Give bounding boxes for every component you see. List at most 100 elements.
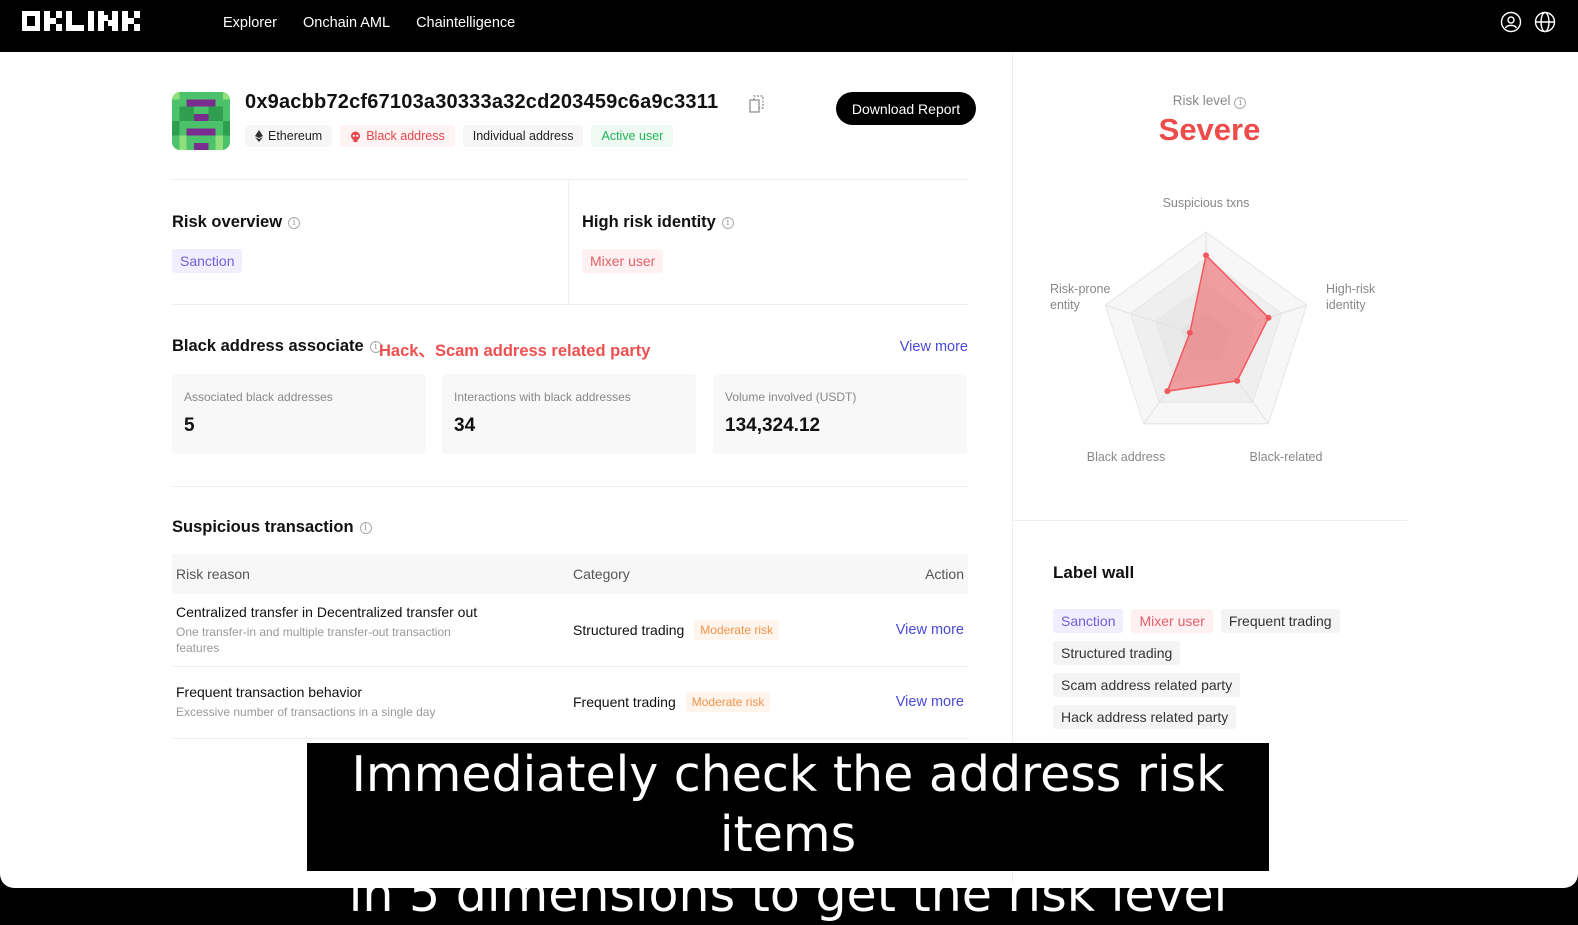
label-frequent-trading[interactable]: Frequent trading: [1220, 609, 1340, 633]
ethereum-icon: [255, 130, 263, 142]
vertical-divider: [568, 180, 569, 304]
row-category: Frequent trading Moderate risk: [573, 692, 771, 712]
radar-point-risk-prone-entity: [1186, 329, 1193, 336]
divider: [172, 738, 968, 739]
stat-interactions: Interactions with black addresses 34: [442, 374, 696, 454]
risk-radar-chart: Suspicious txns High-risk identity Black-re…: [1050, 196, 1376, 464]
caption-line-2: in 5 dimensions to get the risk level: [348, 866, 1228, 923]
download-report-button[interactable]: Download Report: [836, 92, 976, 125]
risk-level-label: Risk level i: [1012, 93, 1407, 109]
divider: [172, 486, 968, 487]
wallet-address: 0x9acbb72cf67103a30333a32cd203459c6a9c33…: [245, 91, 719, 113]
category-label: Structured trading: [573, 622, 685, 638]
column-header-risk-reason: Risk reason: [176, 566, 250, 582]
info-icon[interactable]: i: [721, 216, 734, 229]
nav-explorer[interactable]: Explorer: [223, 14, 277, 32]
address-avatar: [172, 92, 230, 150]
row-risk-description: One transfer-in and multiple transfer-ou…: [176, 625, 451, 655]
stat-label: Associated black addresses: [184, 390, 333, 404]
tag-label: Ethereum: [268, 129, 323, 143]
stat-value: 5: [184, 415, 195, 436]
user-account-icon[interactable]: [1500, 11, 1522, 33]
stat-label: Interactions with black addresses: [454, 390, 631, 404]
nav-onchain-aml[interactable]: Onchain AML: [303, 14, 390, 32]
radar-point-suspicious-txns: [1203, 252, 1209, 259]
label-scam-related[interactable]: Scam address related party: [1053, 673, 1241, 697]
label-wall: Sanction Mixer user Frequent trading Str…: [1053, 609, 1373, 729]
tag-chain: Ethereum: [245, 125, 333, 147]
risk-overview-chip: Sanction: [172, 249, 243, 273]
video-caption: Immediately check the address risk items…: [307, 743, 1269, 923]
row-risk-description: Excessive number of transactions in a si…: [176, 705, 436, 719]
radar-axis-label-line: identity: [1326, 298, 1366, 312]
column-header-category: Category: [573, 566, 630, 582]
divider: [172, 304, 968, 305]
high-risk-identity-chip: Mixer user: [582, 249, 664, 273]
tag-black-address: Black address: [340, 125, 455, 147]
info-icon[interactable]: i: [359, 521, 372, 534]
radar-point-black-address: [1164, 388, 1171, 395]
app-frame: Explorer Onchain AML Chaintelligence 0x9…: [0, 0, 1578, 923]
stat-value: 134,324.12: [725, 415, 821, 436]
section-title-text: Risk overview: [172, 213, 283, 231]
label-structured-trading[interactable]: Structured trading: [1053, 641, 1181, 665]
radar-axis-label: Black address: [1087, 450, 1166, 464]
row-view-more-link[interactable]: View more: [896, 694, 964, 710]
label-mixer-user[interactable]: Mixer user: [1131, 609, 1213, 633]
radar-point-black-related: [1234, 377, 1241, 384]
section-title-text: High risk identity: [582, 213, 716, 231]
radar-axis-label-line: Risk-prone: [1050, 282, 1110, 296]
column-header-action: Action: [925, 566, 964, 582]
copy-icon[interactable]: [749, 95, 765, 113]
tag-active-user: Active user: [591, 125, 674, 147]
oklink-logo[interactable]: [22, 11, 144, 33]
caption-line-1: Immediately check the address risk items: [351, 746, 1225, 863]
radar-axis-label: Risk-prone entity: [1050, 282, 1110, 312]
black-assoc-view-more-link[interactable]: View more: [900, 339, 968, 355]
radar-axis-label: High-risk identity: [1326, 282, 1376, 312]
top-navigation-bar: Explorer Onchain AML Chaintelligence: [0, 0, 1578, 52]
label-sanction[interactable]: Sanction: [1053, 609, 1124, 633]
info-icon[interactable]: i: [1234, 97, 1247, 109]
main-nav: Explorer Onchain AML Chaintelligence: [223, 14, 515, 32]
suspicious-table-header: Risk reason Category Action: [172, 554, 968, 594]
stat-value: 34: [454, 415, 476, 436]
tag-label: Black address: [366, 129, 445, 143]
radar-axis-label: Suspicious txns: [1163, 196, 1250, 210]
risk-level-value: Severe: [1158, 112, 1261, 147]
stat-label: Volume involved (USDT): [725, 390, 857, 404]
risk-level-label-text: Risk level: [1172, 93, 1231, 108]
nav-chaintelligence[interactable]: Chaintelligence: [416, 14, 515, 32]
suspicious-transaction-title: Suspicious transaction i: [172, 518, 372, 537]
address-tags: Ethereum Black address Individual addres…: [245, 125, 674, 147]
row-risk-reason: Frequent transaction behavior: [176, 684, 362, 700]
radar-axis-label-line: entity: [1050, 298, 1081, 312]
row-category: Structured trading Moderate risk: [573, 620, 779, 640]
radar-point-high-risk-identity: [1265, 314, 1272, 321]
radar-axis-label: Black-related: [1250, 450, 1323, 464]
row-view-more-link[interactable]: View more: [896, 622, 964, 638]
stat-volume: Volume involved (USDT) 134,324.12: [713, 374, 967, 454]
section-title-text: Suspicious transaction: [172, 518, 354, 536]
risk-badge: Moderate risk: [694, 620, 779, 640]
label-wall-title: Label wall: [1053, 563, 1135, 582]
label-hack-related[interactable]: Hack address related party: [1053, 705, 1237, 729]
globe-language-icon[interactable]: [1534, 11, 1556, 33]
skull-icon: [351, 131, 361, 142]
section-title-text: Black address associate: [172, 337, 364, 355]
risk-badge: Moderate risk: [685, 692, 771, 712]
category-label: Frequent trading: [573, 694, 676, 710]
divider: [1012, 520, 1407, 521]
top-icons: [1500, 11, 1556, 33]
radar-axis-label-line: High-risk: [1326, 282, 1376, 296]
associate-highlight: Hack、Scam address related party: [379, 342, 651, 360]
stat-associated-black-addresses: Associated black addresses 5: [172, 374, 426, 454]
tag-individual-address: Individual address: [462, 125, 584, 147]
high-risk-identity-title: High risk identity i: [582, 213, 734, 232]
risk-overview-title: Risk overview i: [172, 213, 301, 232]
table-row: Frequent transaction behavior Excessive …: [172, 666, 968, 738]
row-risk-reason: Centralized transfer in Decentralized tr…: [176, 604, 478, 620]
info-icon[interactable]: i: [288, 216, 301, 229]
divider: [172, 179, 968, 180]
table-row: Centralized transfer in Decentralized tr…: [172, 594, 968, 666]
